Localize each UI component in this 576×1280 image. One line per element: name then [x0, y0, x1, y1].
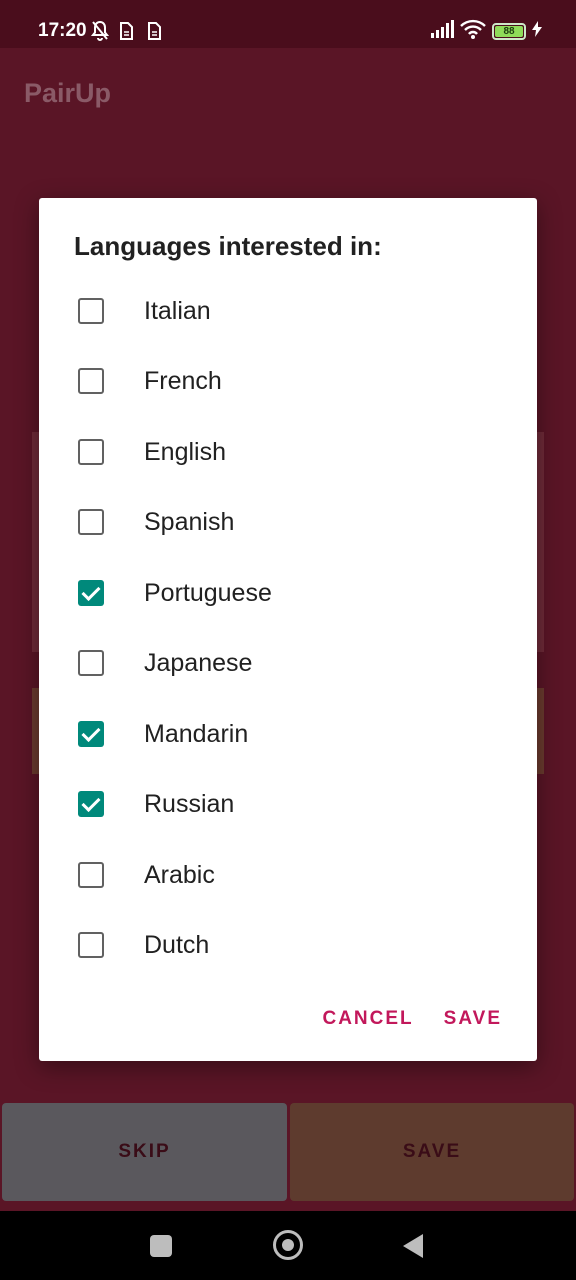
checkbox[interactable] — [78, 862, 104, 888]
checkbox[interactable] — [78, 439, 104, 465]
checkbox[interactable] — [78, 298, 104, 324]
option-russian[interactable]: Russian — [39, 769, 537, 839]
back-button[interactable] — [403, 1234, 423, 1258]
skip-button[interactable]: SKIP — [2, 1103, 287, 1201]
recent-apps-button[interactable] — [150, 1235, 172, 1257]
save-button[interactable]: SAVE — [290, 1103, 574, 1201]
bell-off-icon — [90, 20, 110, 47]
status-right-group: 88 — [430, 19, 542, 44]
option-portuguese[interactable]: Portuguese — [39, 558, 537, 628]
option-label: Spanish — [144, 507, 235, 536]
checkbox[interactable] — [78, 509, 104, 535]
checkbox[interactable] — [78, 650, 104, 676]
option-label: French — [144, 366, 222, 395]
option-japanese[interactable]: Japanese — [39, 628, 537, 698]
dialog-actions: CANCEL SAVE — [322, 1008, 502, 1030]
app-bar: PairUp — [0, 48, 576, 138]
option-label: Arabic — [144, 860, 215, 889]
option-label: Russian — [144, 789, 235, 818]
status-bar: 17:20 88 — [0, 0, 576, 48]
battery-icon: 88 — [492, 22, 526, 40]
app-screen: 17:20 88 PairUp SKIP SAVE Languages inte… — [0, 0, 576, 1280]
status-time: 17:20 — [38, 20, 87, 41]
cancel-button[interactable]: CANCEL — [322, 1008, 413, 1030]
home-button[interactable] — [273, 1230, 303, 1260]
language-dialog: Languages interested in: Italian French … — [39, 198, 537, 1061]
checkbox[interactable] — [78, 791, 104, 817]
option-mandarin[interactable]: Mandarin — [39, 699, 537, 769]
option-arabic[interactable]: Arabic — [39, 840, 537, 910]
option-label: Dutch — [144, 930, 210, 959]
option-italian[interactable]: Italian — [39, 276, 537, 346]
navigation-bar — [0, 1211, 576, 1280]
battery-level: 88 — [495, 25, 523, 37]
option-label: Japanese — [144, 648, 253, 677]
checkbox[interactable] — [78, 932, 104, 958]
dialog-title: Languages interested in: — [74, 231, 382, 261]
home-dot — [282, 1239, 294, 1251]
option-english[interactable]: English — [39, 417, 537, 487]
sim-icon — [118, 20, 134, 47]
dialog-save-button[interactable]: SAVE — [444, 1008, 502, 1030]
sim-icon — [146, 20, 162, 47]
option-spanish[interactable]: Spanish — [39, 487, 537, 557]
option-french[interactable]: French — [39, 346, 537, 416]
checkbox[interactable] — [78, 721, 104, 747]
checkbox[interactable] — [78, 368, 104, 394]
checkbox[interactable] — [78, 580, 104, 606]
option-dutch[interactable]: Dutch — [39, 910, 537, 980]
option-label: Italian — [144, 296, 211, 325]
option-label: English — [144, 437, 226, 466]
wifi-icon — [460, 19, 486, 44]
signal-icon — [430, 19, 454, 43]
option-label: Portuguese — [144, 578, 272, 607]
charging-icon — [532, 20, 542, 42]
option-label: Mandarin — [144, 719, 249, 748]
app-title: PairUp — [24, 78, 112, 108]
